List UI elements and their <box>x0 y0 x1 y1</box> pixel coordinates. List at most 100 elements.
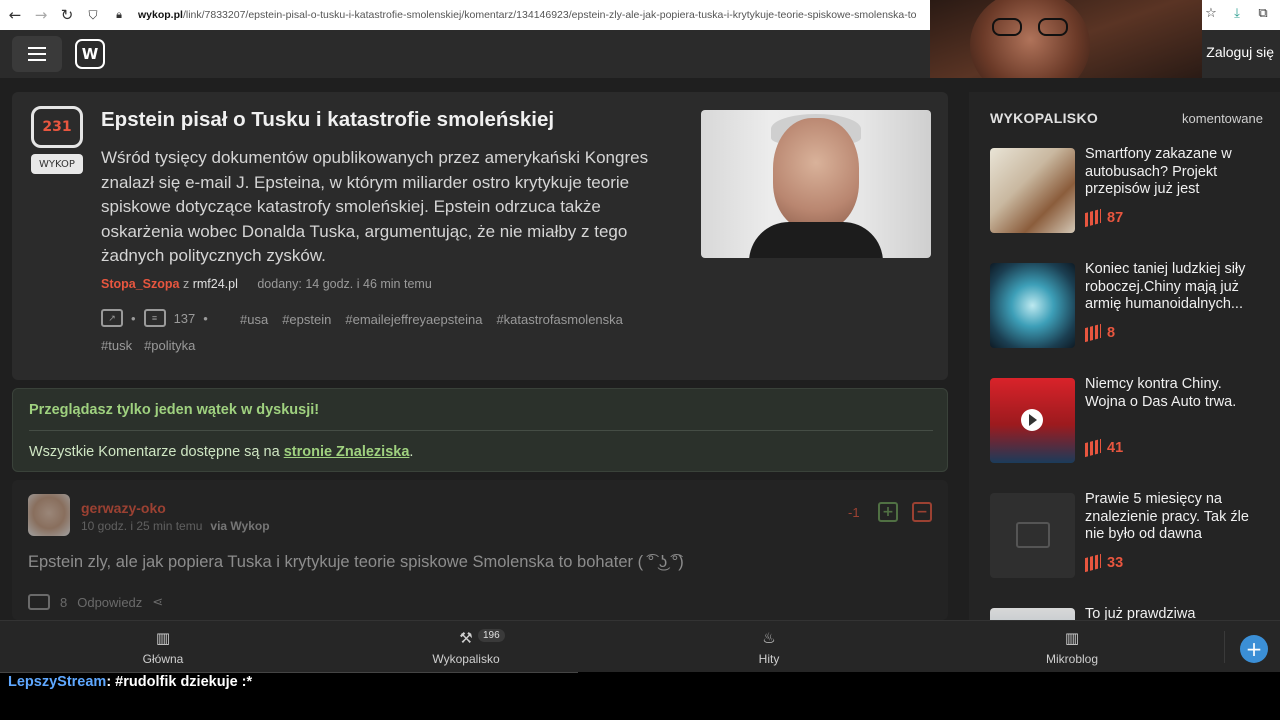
sidebar-thumbnail[interactable] <box>990 493 1075 578</box>
thumb-face <box>773 118 859 230</box>
tag-link[interactable]: #tusk <box>101 338 132 353</box>
sidebar-item-title[interactable]: Koniec taniej ludzkiej siły roboczej.Chi… <box>1085 261 1265 314</box>
author-link[interactable]: Stopa_Szopa <box>101 277 180 291</box>
nav-glowna[interactable]: ▥ Główna <box>93 629 233 666</box>
add-button[interactable]: + <box>1240 635 1268 663</box>
score-value: 87 <box>1107 210 1124 226</box>
download-icon[interactable]: ⤓ <box>1228 4 1246 22</box>
all-comments-link[interactable]: stronie Znaleziska <box>284 444 410 460</box>
tags-row: #usa #epstein #emailejeffreyaepsteina #k… <box>240 312 623 327</box>
browser-actions: ☆ ⤓ ⧉ <box>1202 4 1272 22</box>
downvote-button[interactable]: − <box>912 502 932 522</box>
sidebar-item-score: 87 <box>1085 208 1124 228</box>
tag-link[interactable]: #usa <box>240 312 268 327</box>
sidebar-item-title[interactable]: Smartfony zakazane w autobusach? Projekt… <box>1085 146 1265 199</box>
url-path: /link/7833207/epstein-pisal-o-tusku-i-ka… <box>182 9 917 21</box>
home-icon: ▥ <box>155 629 171 647</box>
lock-icon[interactable]: 🔒︎ <box>108 4 130 26</box>
forward-icon[interactable]: → <box>30 4 52 26</box>
article-card: 231 WYKOP Epstein pisał o Tusku i katast… <box>12 92 948 380</box>
comment-card: gerwazy-oko 10 godz. i 25 min temu via Wy… <box>12 480 948 620</box>
article-meta: Stopa_Szopa z rmf24.pl dodany: 14 godz. … <box>101 277 432 291</box>
dig-icon <box>1085 553 1101 573</box>
sidebar-item[interactable]: Prawie 5 miesięcy na znalezienie pracy. … <box>990 491 1270 583</box>
replies-count[interactable]: 8 <box>60 595 67 610</box>
wykopalisko-badge: 196 <box>478 629 505 642</box>
chat-text: : #rudolfik dziekuje :* <box>106 674 253 690</box>
share-icon[interactable]: ⋖ <box>152 594 163 610</box>
comment-actions: 8 Odpowiedz ⋖ <box>28 594 163 610</box>
comment-time: 10 godz. i 25 min temu <box>81 519 203 533</box>
sidebar-thumbnail[interactable] <box>990 263 1075 348</box>
image-placeholder-icon <box>1016 522 1050 548</box>
mikroblog-icon: ▥ <box>1064 629 1080 647</box>
upvote-button[interactable]: + <box>878 502 898 522</box>
address-bar[interactable]: wykop.pl/link/7833207/epstein-pisal-o-tu… <box>138 4 978 26</box>
dig-icon <box>1085 208 1101 228</box>
thread-notice: Przeglądasz tylko jeden wątek w dyskusji… <box>12 388 948 472</box>
shield-icon[interactable]: ⛉ <box>82 4 104 26</box>
tab-komentowane[interactable]: komentowane <box>1182 111 1263 126</box>
nav-label: Główna <box>142 652 184 666</box>
sidebar-item-title[interactable]: To już prawdziwa <box>1085 606 1265 620</box>
notice-text-after: . <box>409 444 414 460</box>
chat-message: LepszyStream: #rudolfik dziekuje :* <box>8 674 252 690</box>
sidebar-item-score: 41 <box>1085 438 1123 458</box>
logo-letter: W <box>81 45 99 63</box>
nav-label: Hity <box>758 652 780 666</box>
sidebar-item[interactable]: Niemcy kontra Chiny. Wojna o Das Auto tr… <box>990 376 1270 468</box>
extensions-icon[interactable]: ⧉ <box>1254 4 1272 22</box>
tag-link[interactable]: #katastrofasmolenska <box>496 312 622 327</box>
dig-icon <box>1085 323 1101 343</box>
comments-count[interactable]: 137 <box>174 311 196 326</box>
tag-link[interactable]: #polityka <box>144 338 195 353</box>
sidebar: WYKOPALISKO komentowane Smartfony zakaza… <box>969 92 1280 620</box>
reply-button[interactable]: Odpowiedz <box>77 595 142 610</box>
login-link[interactable]: Zaloguj się <box>1206 44 1274 60</box>
nav-label: Wykopalisko <box>432 652 500 666</box>
article-thumbnail[interactable] <box>701 110 931 258</box>
source-link[interactable]: rmf24.pl <box>193 277 238 291</box>
webcam-glasses-left <box>992 18 1022 36</box>
sidebar-item-title[interactable]: Niemcy kontra Chiny. Wojna o Das Auto tr… <box>1085 376 1265 411</box>
comment-text: Epstein zly, ale jak popiera Tuska i kry… <box>28 553 684 571</box>
sidebar-item[interactable]: To już prawdziwa <box>990 606 1270 620</box>
sidebar-heading: WYKOPALISKO <box>990 110 1099 126</box>
webcam-glasses-right <box>1038 18 1068 36</box>
sidebar-item-title[interactable]: Prawie 5 miesięcy na znalezienie pracy. … <box>1085 491 1265 544</box>
sidebar-item[interactable]: Koniec taniej ludzkiej siły roboczej.Chi… <box>990 261 1270 353</box>
chart-icon[interactable]: ↗ <box>101 309 123 327</box>
menu-button[interactable] <box>12 36 62 72</box>
reload-icon[interactable]: ↻ <box>56 4 78 26</box>
sidebar-item[interactable]: Smartfony zakazane w autobusach? Projekt… <box>990 146 1270 238</box>
notice-title: Przeglądasz tylko jeden wątek w dyskusji… <box>29 402 320 418</box>
score-value: 8 <box>1107 325 1116 341</box>
tag-link[interactable]: #epstein <box>282 312 331 327</box>
nav-label: Mikroblog <box>1045 652 1099 666</box>
sidebar-item-score: 33 <box>1085 553 1123 573</box>
play-icon[interactable] <box>1021 409 1043 431</box>
comment-author[interactable]: gerwazy-oko <box>81 500 166 516</box>
nav-hity[interactable]: ♨ Hity <box>699 629 839 666</box>
avatar[interactable] <box>28 494 70 536</box>
wykop-logo[interactable]: W <box>75 39 105 69</box>
comment-meta: 10 godz. i 25 min temu via Wykop <box>81 519 270 533</box>
chat-divider <box>0 672 578 673</box>
sidebar-thumbnail[interactable] <box>990 148 1075 233</box>
comment-score: -1 <box>848 505 860 520</box>
notice-divider <box>29 430 933 431</box>
back-icon[interactable]: ← <box>4 4 26 26</box>
sidebar-thumbnail[interactable] <box>990 608 1075 620</box>
replies-icon[interactable] <box>28 594 50 610</box>
fire-icon: ♨ <box>762 629 776 647</box>
sidebar-thumbnail[interactable] <box>990 378 1075 463</box>
chat-username: LepszyStream <box>8 674 107 690</box>
nav-wykopalisko[interactable]: ⚒ 196 Wykopalisko <box>396 629 536 666</box>
tag-link[interactable]: #emailejeffreyaepsteina <box>345 312 482 327</box>
wykop-button[interactable]: WYKOP <box>31 154 83 174</box>
star-icon[interactable]: ☆ <box>1202 4 1220 22</box>
article-title[interactable]: Epstein pisał o Tusku i katastrofie smol… <box>101 108 661 132</box>
article-description: Wśród tysięcy dokumentów opublikowanych … <box>101 148 649 265</box>
comments-icon[interactable]: ≡ <box>143 309 166 327</box>
nav-mikroblog[interactable]: ▥ Mikroblog <box>1002 629 1142 666</box>
